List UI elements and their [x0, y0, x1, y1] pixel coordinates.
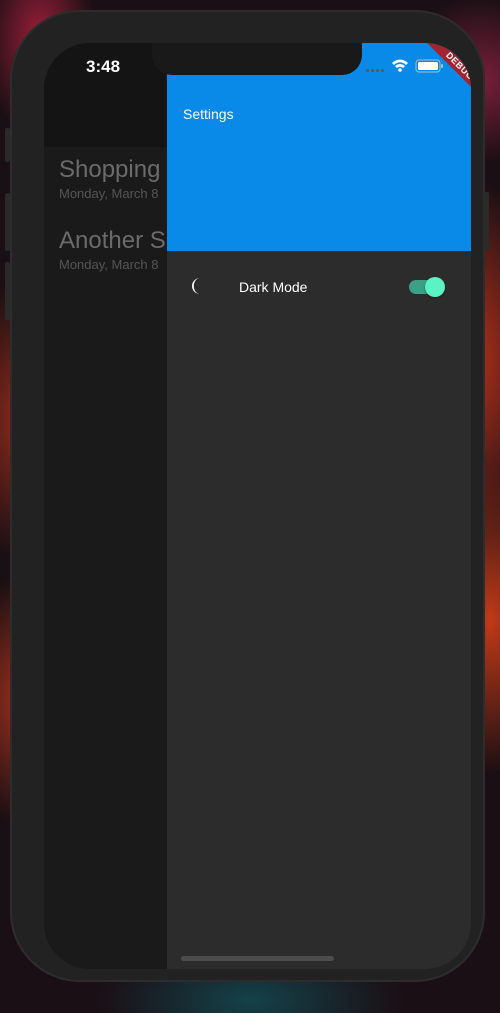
dark-mode-label: Dark Mode [239, 279, 308, 295]
drawer-title: Settings [183, 106, 234, 122]
settings-drawer: Settings Dark Mode [167, 43, 471, 969]
list-item[interactable]: Another S Monday, March 8 [59, 227, 166, 272]
volume-up-button [5, 193, 10, 251]
switch-thumb [425, 277, 445, 297]
status-time: 3:48 [86, 57, 121, 76]
battery-icon [415, 59, 443, 73]
moon-icon [187, 275, 209, 297]
list-item[interactable]: Shopping Monday, March 8 [59, 156, 160, 201]
list-item-title: Another S [59, 227, 166, 254]
signal-icon [366, 69, 384, 72]
notch [152, 43, 362, 75]
wifi-icon [392, 59, 408, 72]
list-item-date: Monday, March 8 [59, 186, 159, 201]
screen: Shopping Monday, March 8 Another S Monda… [44, 43, 471, 969]
power-button [484, 192, 489, 250]
dark-mode-row[interactable]: Dark Mode [167, 265, 471, 309]
phone-frame: Shopping Monday, March 8 Another S Monda… [10, 10, 485, 982]
list-item-title: Shopping [59, 156, 161, 183]
mute-switch [5, 128, 10, 162]
home-indicator[interactable] [181, 956, 334, 961]
dark-mode-switch[interactable] [409, 275, 445, 299]
volume-down-button [5, 262, 10, 320]
list-item-date: Monday, March 8 [59, 257, 159, 272]
